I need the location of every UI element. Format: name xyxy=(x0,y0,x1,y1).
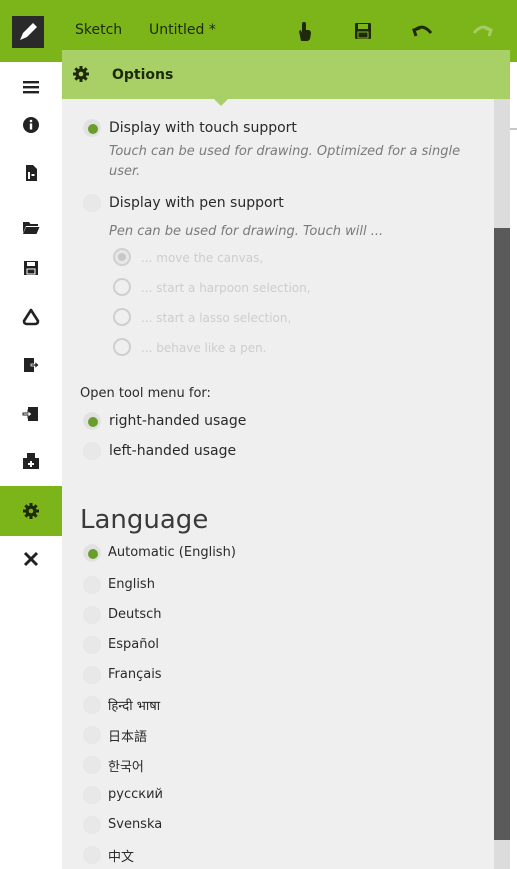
sidebar-item-export[interactable] xyxy=(0,340,62,390)
export-icon xyxy=(24,358,40,372)
pen-touch-option-label: ... start a harpoon selection, xyxy=(141,281,311,295)
language-option[interactable]: हिन्दी भाषा xyxy=(108,696,160,714)
document-title[interactable]: Untitled * xyxy=(149,22,216,38)
import-icon xyxy=(22,407,38,421)
options-title: Options xyxy=(112,67,174,83)
language-option[interactable]: Automatic (English) xyxy=(108,545,236,560)
save-icon xyxy=(24,261,38,275)
undo-icon[interactable] xyxy=(407,16,437,46)
save-icon[interactable] xyxy=(348,16,378,46)
language-heading: Language xyxy=(80,505,209,535)
language-option[interactable]: Svenska xyxy=(108,817,162,832)
language-option[interactable]: Deutsch xyxy=(108,607,162,622)
left-handed-radio[interactable] xyxy=(83,442,101,460)
sidebar-item-options[interactable] xyxy=(0,486,62,536)
left-handed-label[interactable]: left-handed usage xyxy=(109,443,236,459)
language-option[interactable]: English xyxy=(108,577,155,592)
language-radio[interactable] xyxy=(83,726,101,744)
pen-support-description: Pen can be used for drawing. Touch will … xyxy=(109,224,384,239)
options-gear-icon xyxy=(72,65,90,87)
options-header-pointer xyxy=(214,99,228,106)
pen-touch-option-radio xyxy=(113,308,131,326)
sidebar-item-info[interactable] xyxy=(0,100,62,150)
pen-touch-option-radio xyxy=(113,248,131,266)
language-radio[interactable] xyxy=(83,606,101,624)
language-option[interactable]: 日本語 xyxy=(108,726,147,745)
close-icon xyxy=(23,551,39,567)
open-folder-icon xyxy=(23,222,40,234)
hand-icon[interactable] xyxy=(289,16,319,46)
language-radio[interactable] xyxy=(83,846,101,864)
scrollbar-thumb[interactable] xyxy=(494,228,510,840)
language-radio[interactable] xyxy=(83,666,101,684)
language-option[interactable]: Español xyxy=(108,637,159,652)
touch-support-label[interactable]: Display with touch support xyxy=(109,120,297,136)
sketch-logo-icon xyxy=(12,16,44,48)
pen-touch-option-label: ... behave like a pen. xyxy=(141,341,267,355)
new-document-icon xyxy=(26,165,37,181)
right-handed-radio[interactable] xyxy=(83,412,101,430)
language-radio[interactable] xyxy=(83,756,101,774)
pen-support-radio[interactable] xyxy=(83,194,101,212)
language-radio[interactable] xyxy=(83,636,101,654)
touch-support-radio[interactable] xyxy=(83,119,101,137)
menu-icon xyxy=(23,81,39,94)
info-icon xyxy=(23,117,39,133)
redo-icon[interactable] xyxy=(468,16,498,46)
sidebar-item-save[interactable] xyxy=(0,243,62,293)
sidebar xyxy=(0,62,62,869)
sidebar-item-new-document[interactable] xyxy=(0,148,62,198)
options-panel xyxy=(62,62,510,869)
gear-icon xyxy=(23,503,39,519)
sidebar-item-shapes[interactable] xyxy=(0,292,62,342)
canvas-edge xyxy=(510,62,517,869)
pen-touch-option-radio xyxy=(113,338,131,356)
print-icon xyxy=(23,453,39,469)
sidebar-item-import[interactable] xyxy=(0,389,62,439)
pen-touch-option-label: ... move the canvas, xyxy=(141,251,264,265)
language-radio[interactable] xyxy=(83,576,101,594)
language-option[interactable]: Français xyxy=(108,667,162,682)
right-handed-label[interactable]: right-handed usage xyxy=(109,413,246,429)
sidebar-item-close[interactable] xyxy=(0,534,62,584)
language-option[interactable]: русский xyxy=(108,787,163,802)
language-radio[interactable] xyxy=(83,696,101,714)
language-radio[interactable] xyxy=(83,816,101,834)
pen-touch-option-label: ... start a lasso selection, xyxy=(141,311,292,325)
language-option[interactable]: 한국어 xyxy=(108,756,144,775)
touch-support-description: Touch can be used for drawing. Optimized… xyxy=(109,144,461,179)
shapes-icon xyxy=(22,308,40,326)
language-option[interactable]: 中文 xyxy=(108,846,134,865)
sidebar-item-print[interactable] xyxy=(0,436,62,486)
pen-touch-option-radio xyxy=(113,278,131,296)
tool-menu-heading: Open tool menu for: xyxy=(80,386,211,401)
app-name: Sketch xyxy=(75,22,123,38)
pen-support-label[interactable]: Display with pen support xyxy=(109,195,284,211)
canvas-edge-line xyxy=(510,128,517,130)
language-radio[interactable] xyxy=(83,544,101,562)
language-radio[interactable] xyxy=(83,786,101,804)
